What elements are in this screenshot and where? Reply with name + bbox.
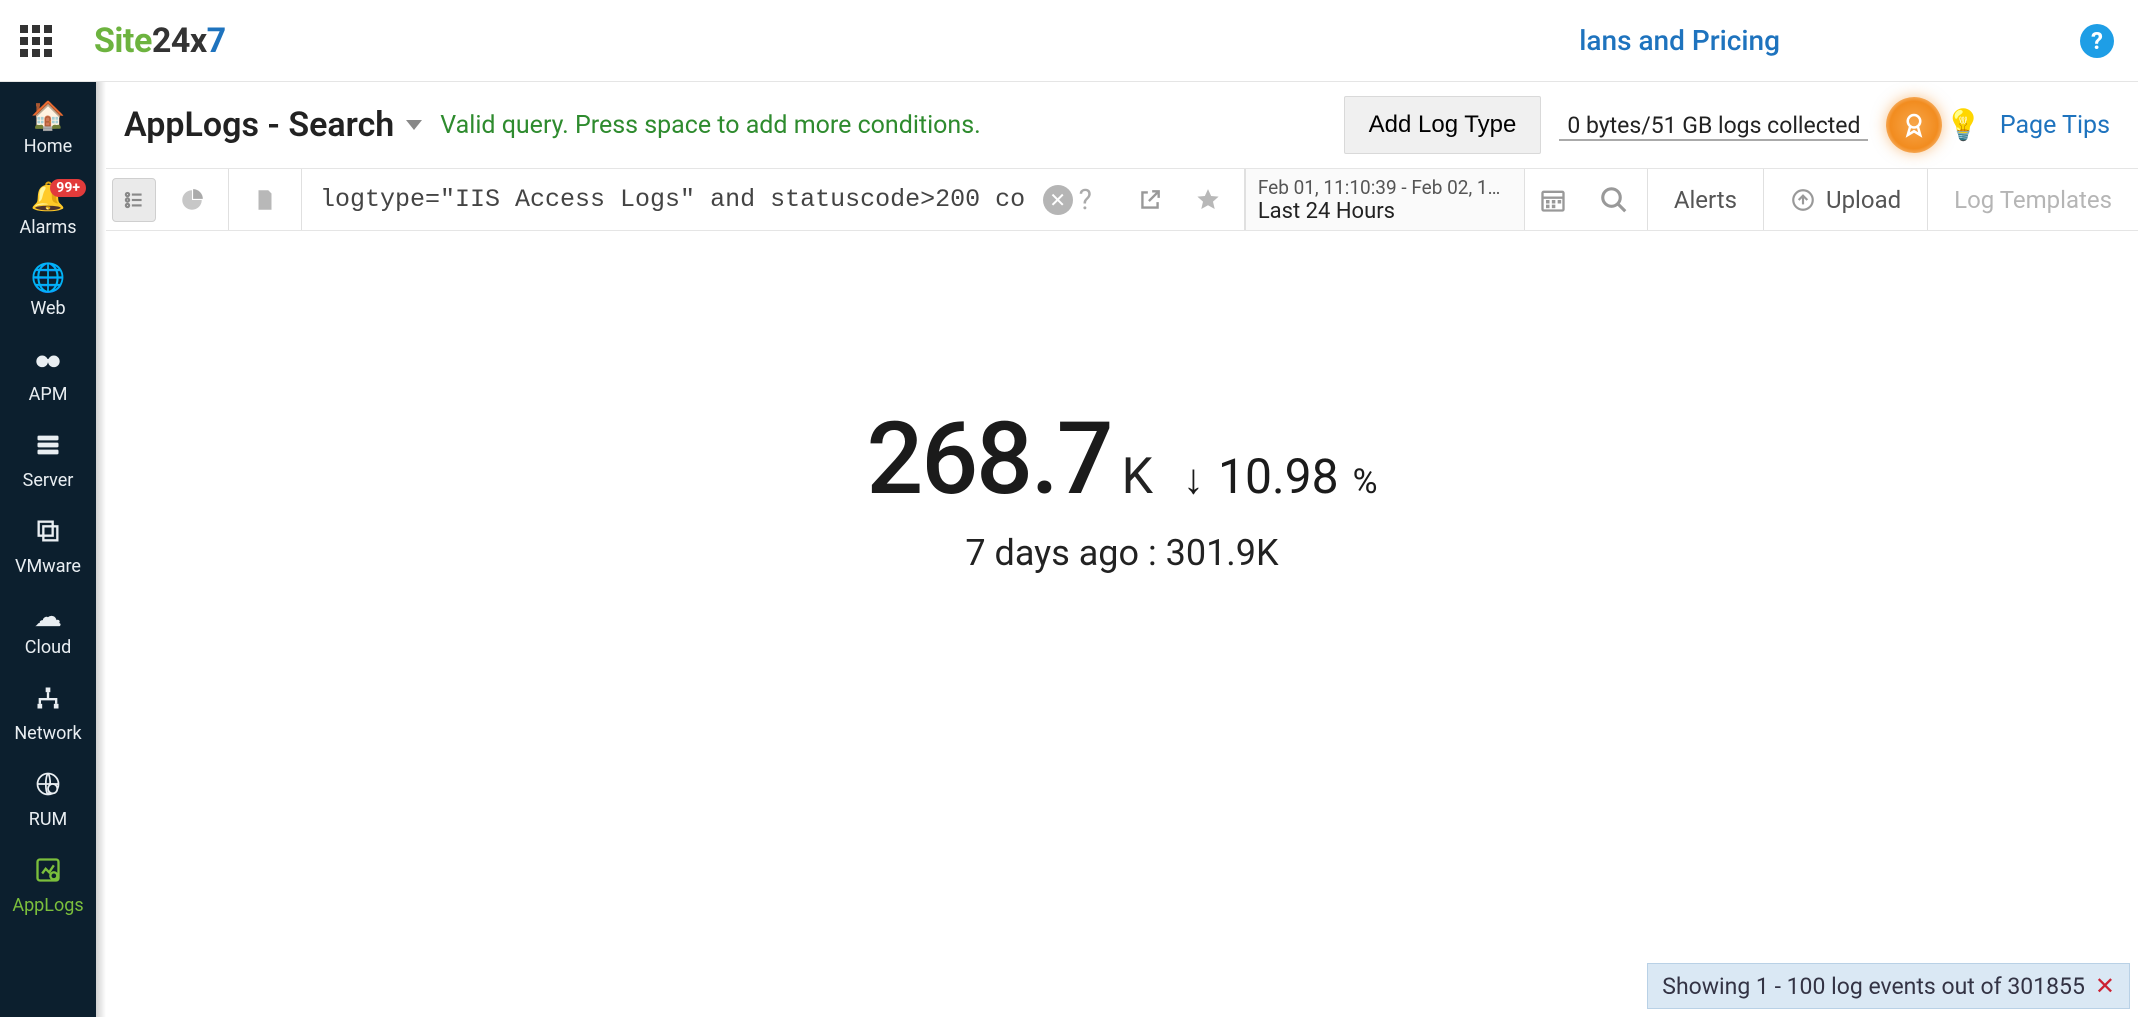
metric-pct-sign: % — [1353, 462, 1378, 502]
metric-unit: K — [1122, 448, 1153, 506]
sidebar-item-label: Server — [23, 470, 74, 491]
sidebar-item-applogs[interactable]: AppLogs — [0, 844, 96, 930]
sidebar-item-rum[interactable]: RUM — [0, 758, 96, 844]
sidebar-item-network[interactable]: Network — [0, 672, 96, 758]
logo-part-site: Site — [94, 21, 152, 61]
sidebar-item-cloud[interactable]: ☁ Cloud — [0, 591, 96, 672]
logo-part-24x: 24x — [152, 21, 207, 61]
alarm-badge: 99+ — [50, 179, 86, 197]
share-icon[interactable] — [1128, 178, 1172, 222]
chevron-down-icon — [406, 120, 422, 130]
status-pill: Showing 1 - 100 log events out of 301855… — [1647, 963, 2130, 1009]
metric-row: 268.7 K ↓ 10.98 % — [867, 401, 1378, 518]
cloud-icon: ☁ — [34, 603, 62, 631]
page-title-dropdown[interactable]: AppLogs - Search — [124, 105, 422, 145]
sidebar: 🏠 Home 🔔 99+ Alarms 🌐 Web APM Server VMw… — [0, 82, 96, 1017]
sidebar-item-label: RUM — [29, 809, 67, 830]
log-templates-label: Log Templates — [1954, 186, 2112, 214]
sidebar-item-apm[interactable]: APM — [0, 333, 96, 419]
globe-icon: 🌐 — [31, 264, 66, 292]
date-range-preset: Last 24 Hours — [1258, 199, 1512, 224]
add-log-type-button[interactable]: Add Log Type — [1344, 96, 1542, 154]
sidebar-item-vmware[interactable]: VMware — [0, 505, 96, 591]
sub-header: AppLogs - Search Valid query. Press spac… — [106, 82, 2138, 169]
pie-chart-icon[interactable] — [170, 178, 214, 222]
sidebar-item-label: AppLogs — [12, 895, 83, 916]
apps-grid-icon[interactable] — [18, 23, 54, 59]
metric-pct: 10.98 — [1218, 448, 1339, 505]
applogs-icon — [34, 856, 62, 889]
sidebar-item-server[interactable]: Server — [0, 419, 96, 505]
query-help-icon[interactable]: ? — [1079, 183, 1092, 216]
clear-query-icon[interactable]: ✕ — [1043, 185, 1073, 215]
sidebar-item-label: Network — [14, 723, 81, 744]
top-header: Site24x7 lans and Pricing ? — [0, 0, 2138, 82]
query-toolbar: ✕ ? Feb 01, 11:10:39 - Feb 02, 1… Last 2… — [106, 169, 2138, 231]
trend-down-icon: ↓ — [1183, 455, 1204, 504]
query-status-text: Valid query. Press space to add more con… — [440, 111, 980, 140]
metric-area: 268.7 K ↓ 10.98 % 7 days ago : 301.9K — [106, 231, 2138, 1017]
date-range-picker[interactable]: Feb 01, 11:10:39 - Feb 02, 1… Last 24 Ho… — [1245, 169, 1525, 230]
page-tips-link[interactable]: Page Tips — [2000, 111, 2110, 140]
sidebar-item-label: Cloud — [25, 637, 71, 658]
page-title: AppLogs - Search — [124, 105, 394, 145]
status-text: Showing 1 - 100 log events out of 301855 — [1662, 973, 2085, 1000]
award-badge-icon[interactable] — [1886, 97, 1942, 153]
sidebar-item-web[interactable]: 🌐 Web — [0, 252, 96, 333]
sidebar-item-label: Alarms — [19, 217, 76, 238]
alerts-tab[interactable]: Alerts — [1648, 169, 1764, 230]
query-input[interactable] — [302, 169, 1043, 230]
binoculars-icon — [34, 345, 62, 378]
upload-label: Upload — [1826, 186, 1901, 214]
sidebar-item-home[interactable]: 🏠 Home — [0, 90, 96, 171]
run-search-icon[interactable] — [1581, 169, 1648, 230]
log-templates-tab[interactable]: Log Templates — [1928, 169, 2138, 230]
logo-part-7: 7 — [207, 21, 226, 61]
main-content: AppLogs - Search Valid query. Press spac… — [106, 82, 2138, 1017]
metric-value: 268.7 — [867, 401, 1112, 518]
bulb-icon: 💡 — [1944, 108, 1981, 143]
server-icon — [34, 431, 62, 464]
sidebar-item-label: VMware — [15, 556, 81, 577]
list-view-icon[interactable] — [112, 178, 156, 222]
rum-icon — [34, 770, 62, 803]
home-icon: 🏠 — [31, 102, 66, 130]
star-icon[interactable] — [1186, 178, 1230, 222]
alerts-label: Alerts — [1674, 186, 1737, 214]
sidebar-item-label: APM — [29, 384, 68, 405]
stack-icon — [34, 517, 62, 550]
document-icon[interactable] — [243, 178, 287, 222]
date-range-value: Feb 01, 11:10:39 - Feb 02, 1… — [1258, 176, 1508, 199]
sidebar-item-label: Web — [30, 298, 65, 319]
plans-pricing-link[interactable]: lans and Pricing — [1579, 24, 1780, 57]
help-icon[interactable]: ? — [2080, 24, 2114, 58]
logs-collected-meter: 0 bytes/51 GB logs collected — [1559, 110, 1868, 141]
sidebar-item-alarms[interactable]: 🔔 99+ Alarms — [0, 171, 96, 252]
network-icon — [34, 684, 62, 717]
logo[interactable]: Site24x7 — [94, 21, 226, 61]
metric-subline: 7 days ago : 301.9K — [965, 532, 1278, 574]
calendar-icon[interactable] — [1525, 169, 1581, 230]
upload-tab[interactable]: Upload — [1764, 169, 1928, 230]
sidebar-item-label: Home — [24, 136, 72, 157]
close-icon[interactable]: ✕ — [2095, 972, 2115, 1000]
